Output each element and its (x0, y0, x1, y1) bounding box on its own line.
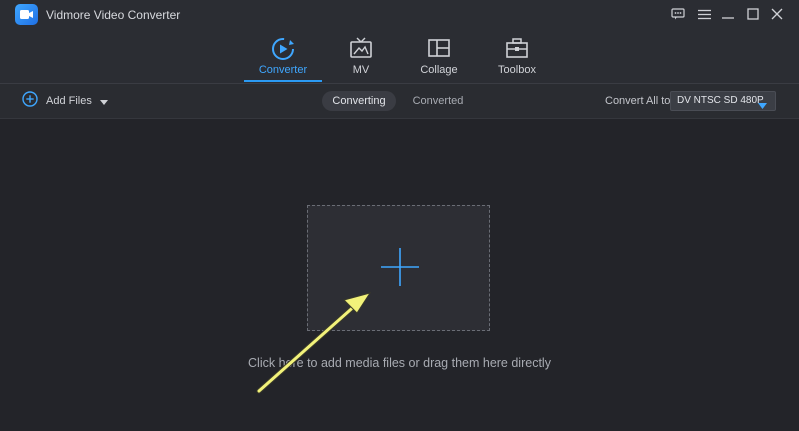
output-format-select[interactable]: DV NTSC SD 480P (670, 91, 776, 111)
add-files-label: Add Files (46, 95, 92, 107)
dropzone-hint: Click here to add media files or drag th… (248, 356, 551, 370)
chevron-down-icon (758, 98, 767, 116)
mv-icon (348, 36, 374, 65)
title-bar: Vidmore Video Converter Converter MV Col… (0, 0, 799, 84)
tab-toolbox-label: Toolbox (498, 64, 536, 76)
chevron-down-icon[interactable] (99, 92, 108, 110)
subtab-converting[interactable]: Converting (322, 91, 396, 111)
tab-collage[interactable]: Collage (399, 33, 479, 81)
feedback-icon[interactable] (668, 4, 688, 24)
menu-icon[interactable] (694, 4, 714, 24)
close-icon[interactable] (767, 4, 787, 24)
converter-icon (270, 36, 296, 67)
app-title: Vidmore Video Converter (46, 8, 181, 22)
active-tab-indicator (244, 80, 322, 82)
collage-icon (426, 36, 452, 65)
toolbox-icon (504, 36, 530, 65)
convert-all-label: Convert All to: (605, 95, 674, 107)
output-format-value: DV NTSC SD 480P (677, 95, 764, 106)
add-circle-icon (22, 90, 38, 112)
tab-mv-label: MV (352, 64, 370, 76)
converter-toolbar: Add Files Converting Converted Convert A… (0, 84, 799, 118)
divider (0, 118, 799, 119)
tab-converter-label: Converter (258, 64, 308, 76)
tab-collage-label: Collage (420, 64, 458, 76)
plus-icon (381, 248, 419, 291)
app-logo-icon (15, 4, 38, 25)
add-media-dropzone[interactable] (307, 205, 490, 331)
tab-converter[interactable]: Converter (243, 33, 323, 81)
minimize-icon[interactable] (718, 4, 738, 24)
subtab-converted[interactable]: Converted (404, 91, 472, 111)
tab-toolbox[interactable]: Toolbox (477, 33, 557, 81)
maximize-icon[interactable] (743, 4, 763, 24)
tab-mv[interactable]: MV (321, 33, 401, 81)
add-files-button[interactable]: Add Files (22, 90, 108, 112)
